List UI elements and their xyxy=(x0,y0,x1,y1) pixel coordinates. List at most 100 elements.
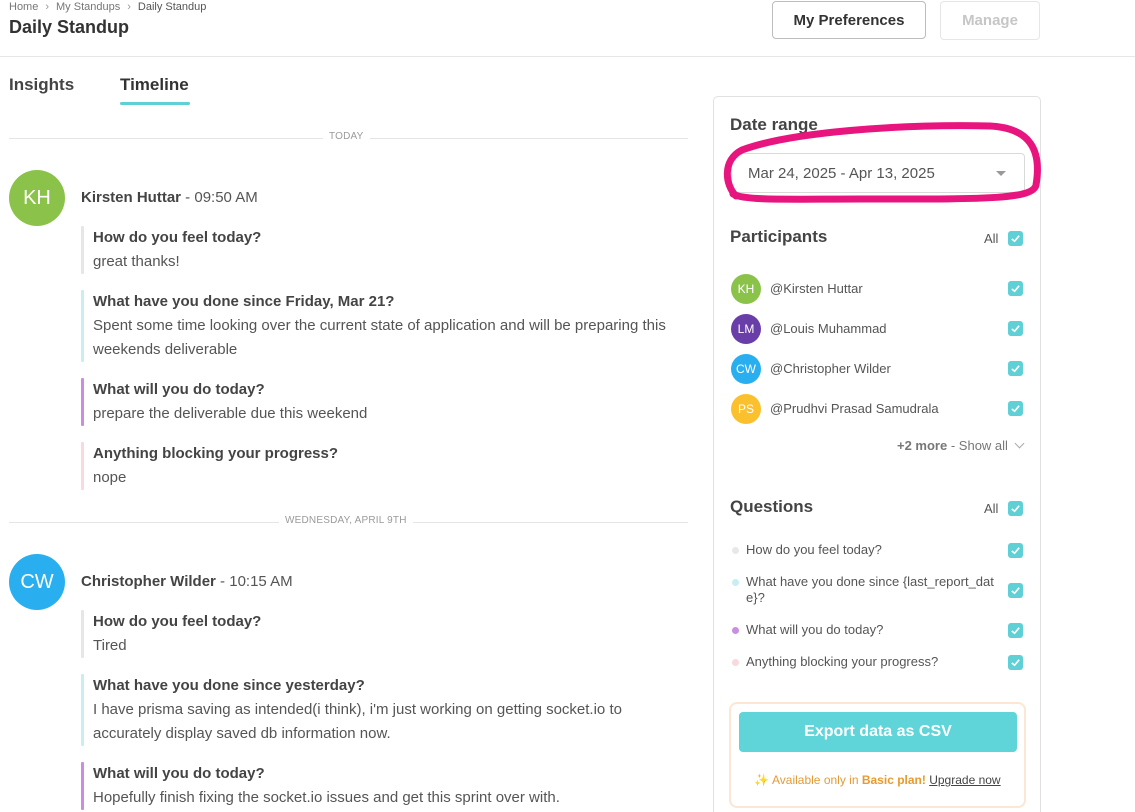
question-color-bar xyxy=(81,762,84,810)
check-icon xyxy=(1011,235,1020,243)
more-count: +2 more xyxy=(897,438,948,453)
question-color-dot xyxy=(732,579,739,586)
answer-text: Spent some time looking over the current… xyxy=(93,317,666,358)
answer-block: How do you feel today? Tired xyxy=(81,610,681,658)
question-text: What will you do today? xyxy=(93,381,265,398)
participants-all-label: All xyxy=(984,231,999,246)
answer-text: Tired xyxy=(93,637,127,654)
answer-block: What have you done since Friday, Mar 21?… xyxy=(81,290,681,362)
day-label: WEDNESDAY, APRIL 9TH xyxy=(279,515,413,526)
question-text: What have you done since yesterday? xyxy=(93,677,365,694)
answer-text: Hopefully finish fixing the socket.io is… xyxy=(93,789,560,806)
participant-name: @Prudhvi Prasad Samudrala xyxy=(770,401,939,416)
chevron-right-icon: › xyxy=(45,1,50,13)
question-color-bar xyxy=(81,610,84,658)
answer-block: How do you feel today? great thanks! xyxy=(81,226,681,274)
dropdown-caret-icon xyxy=(996,171,1006,176)
show-all-participants[interactable]: +2 more - Show all xyxy=(897,438,1025,453)
question-checkbox[interactable] xyxy=(1008,543,1023,558)
participant-name: @Louis Muhammad xyxy=(770,321,887,336)
participants-all-checkbox[interactable] xyxy=(1008,231,1023,246)
check-icon xyxy=(1011,405,1020,413)
active-tab-indicator xyxy=(120,102,190,105)
question-color-bar xyxy=(81,674,84,746)
check-icon xyxy=(1011,365,1020,373)
answer-text: nope xyxy=(93,469,127,486)
tab-timeline[interactable]: Timeline xyxy=(120,75,189,95)
question-color-dot xyxy=(732,659,739,666)
answer-text: prepare the deliverable due this weekend xyxy=(93,405,368,422)
entry-header: Kirsten Huttar - 09:50 AM xyxy=(81,189,258,206)
upgrade-link[interactable]: Upgrade now xyxy=(929,773,1000,787)
check-icon xyxy=(1011,285,1020,293)
date-range-title: Date range xyxy=(730,115,818,134)
author-name[interactable]: Christopher Wilder xyxy=(81,573,216,590)
check-icon xyxy=(1011,627,1020,635)
questions-all-label: All xyxy=(984,501,999,516)
answer-block: What have you done since yesterday? I ha… xyxy=(81,674,681,746)
question-text: What will you do today? xyxy=(93,765,265,782)
question-checkbox[interactable] xyxy=(1008,623,1023,638)
show-all-link[interactable]: Show all xyxy=(959,438,1008,453)
check-icon xyxy=(1011,587,1020,595)
question-color-bar xyxy=(81,290,84,362)
participant-name: @Kirsten Huttar xyxy=(770,281,863,296)
author-name[interactable]: Kirsten Huttar xyxy=(81,189,181,206)
question-filter-text: How do you feel today? xyxy=(746,542,882,557)
tab-insights[interactable]: Insights xyxy=(9,75,74,95)
answer-block: What will you do today? Hopefully finish… xyxy=(81,762,681,810)
question-filter-text: Anything blocking your progress? xyxy=(746,654,939,669)
avatar: CW xyxy=(9,554,65,610)
check-icon xyxy=(1011,547,1020,555)
avatar: KH xyxy=(731,274,761,304)
filters-sidebar: Date range Mar 24, 2025 - Apr 13, 2025 P… xyxy=(713,96,1041,812)
breadcrumb: Home › My Standups › Daily Standup xyxy=(9,1,206,13)
entry-time: - 10:15 AM xyxy=(215,573,293,590)
participant-checkbox[interactable] xyxy=(1008,401,1023,416)
check-icon xyxy=(1011,325,1020,333)
question-color-bar xyxy=(81,442,84,490)
question-filter-text: What will you do today? xyxy=(746,622,884,637)
export-csv-button[interactable]: Export data as CSV xyxy=(739,712,1017,752)
date-range-select[interactable]: Mar 24, 2025 - Apr 13, 2025 xyxy=(731,153,1025,193)
export-panel: Export data as CSV ✨ Available only in B… xyxy=(729,702,1026,808)
avatar: LM xyxy=(731,314,761,344)
question-text: How do you feel today? xyxy=(93,229,262,246)
question-filter-text: What have you done since {last_report_da… xyxy=(746,574,994,605)
question-color-dot xyxy=(732,547,739,554)
header-divider xyxy=(0,56,1135,57)
question-checkbox[interactable] xyxy=(1008,583,1023,598)
check-icon xyxy=(1011,659,1020,667)
participant-checkbox[interactable] xyxy=(1008,321,1023,336)
chevron-down-icon xyxy=(1014,438,1025,449)
question-color-bar xyxy=(81,226,84,274)
entry-header: Christopher Wilder - 10:15 AM xyxy=(81,573,293,590)
questions-title: Questions xyxy=(730,497,814,516)
my-preferences-button[interactable]: My Preferences xyxy=(772,1,926,39)
answer-text: I have prisma saving as intended(i think… xyxy=(93,701,622,742)
participants-title: Participants xyxy=(730,227,828,246)
standup-page: Home › My Standups › Daily Standup Daily… xyxy=(0,0,1135,812)
question-color-dot xyxy=(732,627,739,634)
question-checkbox[interactable] xyxy=(1008,655,1023,670)
question-text: What have you done since Friday, Mar 21? xyxy=(93,293,395,310)
plan-note-prefix: ✨ Available only in xyxy=(754,773,862,787)
date-range-value: Mar 24, 2025 - Apr 13, 2025 xyxy=(748,164,935,182)
breadcrumb-standups[interactable]: My Standups xyxy=(56,1,120,13)
participant-checkbox[interactable] xyxy=(1008,361,1023,376)
question-text: Anything blocking your progress? xyxy=(93,445,339,462)
questions-all-checkbox[interactable] xyxy=(1008,501,1023,516)
manage-button[interactable]: Manage xyxy=(940,1,1040,40)
answer-text: great thanks! xyxy=(93,253,180,270)
avatar: KH xyxy=(9,170,65,226)
participant-name: @Christopher Wilder xyxy=(770,361,891,376)
day-label: TODAY xyxy=(323,131,370,142)
participant-checkbox[interactable] xyxy=(1008,281,1023,296)
answer-block: Anything blocking your progress? nope xyxy=(81,442,681,490)
avatar: CW xyxy=(731,354,761,384)
avatar: PS xyxy=(731,394,761,424)
check-icon xyxy=(1011,505,1020,513)
question-text: How do you feel today? xyxy=(93,613,262,630)
breadcrumb-home[interactable]: Home xyxy=(9,1,38,13)
breadcrumb-current: Daily Standup xyxy=(137,1,207,13)
